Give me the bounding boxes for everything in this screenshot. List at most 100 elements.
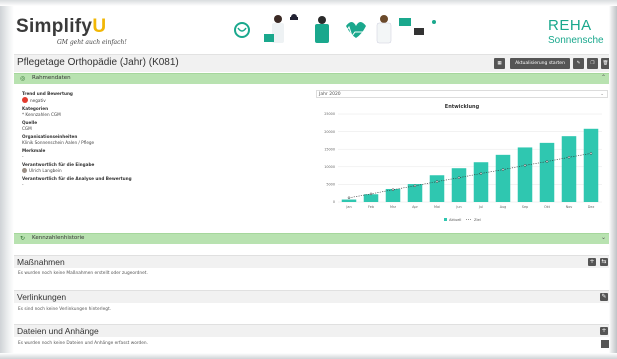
medical-staff-illustration <box>234 14 436 44</box>
kennzahlenhistorie-title: Kennzahlenhistorie <box>32 235 85 241</box>
bar-mai <box>429 175 445 202</box>
rahmendaten-header[interactable]: ◎ Rahmendaten ⌃ <box>14 73 610 84</box>
bar-jan <box>341 199 357 202</box>
chevron-down-icon: ⌄ <box>600 234 606 241</box>
bar-okt <box>539 142 555 202</box>
massnahmen-title: Maßnahmen <box>17 257 65 267</box>
target-point <box>391 188 395 191</box>
x-tick-label: Jul <box>478 205 483 209</box>
copy-button[interactable]: ❐ <box>587 58 598 69</box>
bar-sep <box>517 147 533 202</box>
bar-jun <box>451 168 467 202</box>
field-value-org: Klinik Sonnenschein Aalen / Pflege <box>22 140 95 145</box>
massnahmen-empty-note: Es wurden noch keine Maßnahmen erstellt … <box>18 271 148 276</box>
bar-feb <box>363 194 379 202</box>
edit-button[interactable]: ✎ <box>573 58 584 69</box>
target-point <box>501 168 505 171</box>
field-label-trend: Trend und Bewertung <box>22 91 73 96</box>
field-label-quelle: Quelle <box>22 120 38 125</box>
chevron-up-icon: ⌃ <box>600 74 606 81</box>
y-tick-label: 25000 <box>324 112 335 116</box>
field-label-eingabe: Verantwortlich für die Eingabe <box>22 162 95 167</box>
bar-jul <box>473 162 489 202</box>
y-tick-label: 10000 <box>324 165 335 169</box>
rahmendaten-fields: Trend und Bewertung negativ Kategorien *… <box>22 88 302 187</box>
page-title-bar: Pflegetage Orthopädie (Jahr) (K081) ▦ Ak… <box>14 54 610 72</box>
entwicklung-chart: Entwicklung 0 5000 10000 15000 20000 25000 Jan F… <box>324 104 602 222</box>
target-point <box>347 196 351 200</box>
year-select[interactable]: Jahr 2020 ⌄ <box>316 90 608 98</box>
target-point <box>457 176 461 179</box>
target-point <box>567 156 571 159</box>
logo-text: Simplify <box>16 16 93 37</box>
copy-icon: ❐ <box>590 61 595 66</box>
dateien-empty-note: Es wurden noch keine Dateien und Anhänge… <box>18 341 149 346</box>
verlinkungen-empty-note: Es sind noch keine Verlinkungen hinterle… <box>18 307 112 312</box>
frame-edge-bottom <box>0 353 617 359</box>
legend-label-aktuell: Aktuell <box>449 218 461 222</box>
x-tick-label: Feb <box>368 205 374 209</box>
frame-edge-left <box>0 0 14 359</box>
link-massnahme-button[interactable]: ⇆ <box>600 258 608 266</box>
field-value-merkmale: - <box>22 154 24 159</box>
frame-edge-top <box>0 0 617 6</box>
x-tick-label: Jan <box>345 205 351 209</box>
y-tick-label: 5000 <box>326 183 335 187</box>
tagline: GM geht auch einfach! <box>57 39 127 46</box>
target-point <box>589 152 593 155</box>
massnahmen-section: Maßnahmen + ⇆ <box>14 255 610 268</box>
add-massnahme-button[interactable]: + <box>588 258 596 266</box>
field-label-merkmale: Merkmale <box>22 148 46 153</box>
add-file-button[interactable]: + <box>600 327 608 335</box>
x-tick-label: Jun <box>455 205 461 209</box>
x-tick-label: Okt <box>544 205 551 209</box>
simplify-logo[interactable]: SimplifyU <box>16 16 106 38</box>
field-value-kategorien: * Kennzahlen CGM <box>22 112 61 117</box>
x-tick-label: Mai <box>434 205 440 209</box>
chart-title: Entwicklung <box>445 104 480 110</box>
x-tick-label: Apr <box>412 205 418 209</box>
edit-icon: ✎ <box>601 293 607 300</box>
target-line <box>348 153 592 199</box>
y-tick-label: 0 <box>333 200 335 204</box>
field-label-org: Organisationseinheiten <box>22 134 78 139</box>
kennzahlenhistorie-header[interactable]: ↻ Kennzahlenhistorie ⌄ <box>14 233 610 244</box>
grid-view-button[interactable]: ▦ <box>494 58 505 69</box>
brand-reha: REHA <box>548 17 592 34</box>
logo-accent: U <box>92 16 107 37</box>
dateien-title: Dateien und Anhänge <box>17 326 99 336</box>
history-icon: ↻ <box>20 235 26 242</box>
edit-links-button[interactable]: ✎ <box>600 293 608 301</box>
field-label-kategorien: Kategorien <box>22 106 49 111</box>
x-tick-label: Mrz <box>390 205 396 209</box>
frame-edge-right <box>609 0 617 359</box>
target-point <box>435 180 439 183</box>
negative-status-dot <box>22 97 28 103</box>
x-tick-label: Sep <box>522 205 528 209</box>
dateien-section: Dateien und Anhänge + <box>14 324 610 337</box>
target-point <box>523 164 527 167</box>
legend-swatch-aktuell <box>444 218 447 221</box>
field-label-analyse: Verantwortlich für die Analyse und Bewer… <box>22 176 132 181</box>
trash-icon: 🗑 <box>602 61 609 66</box>
bar-aug <box>495 154 511 202</box>
user-avatar <box>22 168 27 173</box>
grid-icon: ▦ <box>497 61 502 66</box>
field-value-trend: negativ <box>22 97 302 103</box>
target-point <box>479 172 483 175</box>
year-select-value: Jahr 2020 <box>319 92 341 97</box>
brand-sonnenschein: Sonnensche <box>548 35 604 46</box>
eingabe-user: Ulrich Langbein <box>29 168 62 173</box>
y-tick-label: 15000 <box>324 147 335 151</box>
field-value-analyse: - <box>22 182 24 187</box>
y-tick-label: 20000 <box>324 130 335 134</box>
verlinkungen-section: Verlinkungen ✎ <box>14 290 610 303</box>
x-tick-label: Nov <box>566 205 573 209</box>
app-window: SimplifyU GM geht auch einfach! REHA Son… <box>0 0 617 359</box>
x-tick-label: Dez <box>588 205 595 209</box>
edit-icon: ✎ <box>576 61 581 66</box>
link-icon: ⇆ <box>601 258 607 265</box>
refresh-button[interactable]: Aktualisierung starten <box>510 58 570 69</box>
target-point <box>545 160 549 163</box>
rahmendaten-title: Rahmendaten <box>32 75 71 81</box>
